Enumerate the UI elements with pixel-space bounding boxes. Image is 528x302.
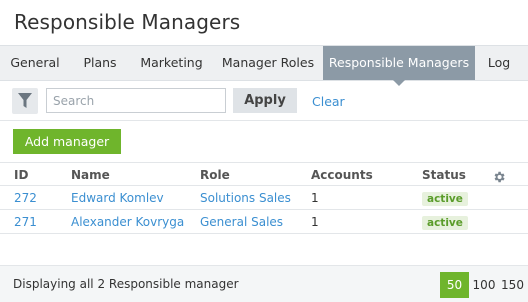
table-row: 272 Edward Komlev Solutions Sales 1 acti… <box>0 186 528 210</box>
search-input[interactable] <box>46 88 226 113</box>
row-role-link[interactable]: Solutions Sales <box>200 186 291 210</box>
row-status: active <box>422 186 468 210</box>
row-status: active <box>422 210 468 234</box>
tab-bar: General Plans Marketing Manager Roles Re… <box>0 45 528 86</box>
page-title: Responsible Managers <box>14 10 241 34</box>
column-header-role[interactable]: Role <box>200 163 230 187</box>
clear-link[interactable]: Clear <box>312 94 345 109</box>
table-settings-button[interactable] <box>492 163 506 187</box>
add-manager-button[interactable]: Add manager <box>13 129 121 154</box>
table-header: ID Name Role Accounts Status <box>0 162 528 186</box>
tab-responsible-managers[interactable]: Responsible Managers <box>323 46 475 86</box>
page-size-150[interactable]: 150 <box>499 272 526 298</box>
apply-button[interactable]: Apply <box>233 88 297 113</box>
row-role-link[interactable]: General Sales <box>200 210 283 234</box>
managers-table: ID Name Role Accounts Status 272 Edward … <box>0 162 528 234</box>
row-id-link[interactable]: 271 <box>14 210 37 234</box>
row-accounts: 1 <box>311 215 319 229</box>
status-badge: active <box>422 192 468 206</box>
row-name-link[interactable]: Edward Komlev <box>71 186 164 210</box>
column-header-id[interactable]: ID <box>14 163 28 187</box>
row-accounts: 1 <box>311 191 319 205</box>
column-header-accounts[interactable]: Accounts <box>311 163 373 187</box>
page-size-50[interactable]: 50 <box>440 272 469 298</box>
column-header-status[interactable]: Status <box>422 163 466 187</box>
gear-icon <box>494 171 505 183</box>
results-summary: Displaying all 2 Responsible manager <box>13 277 239 291</box>
column-header-name[interactable]: Name <box>71 163 110 187</box>
filter-bar: Apply Clear <box>0 81 528 121</box>
tab-plans[interactable]: Plans <box>70 46 130 80</box>
table-footer: Displaying all 2 Responsible manager 50 … <box>0 265 528 302</box>
funnel-icon <box>18 93 32 108</box>
status-badge: active <box>422 216 468 230</box>
row-name-link[interactable]: Alexander Kovryga <box>71 210 184 234</box>
page-size-100[interactable]: 100 <box>470 272 498 298</box>
tab-manager-roles[interactable]: Manager Roles <box>213 46 323 80</box>
tab-general[interactable]: General <box>0 46 70 80</box>
row-id-link[interactable]: 272 <box>14 186 37 210</box>
tab-marketing[interactable]: Marketing <box>130 46 213 80</box>
table-row: 271 Alexander Kovryga General Sales 1 ac… <box>0 210 528 234</box>
filter-toggle-button[interactable] <box>12 88 38 114</box>
tab-log[interactable]: Log <box>475 46 523 80</box>
